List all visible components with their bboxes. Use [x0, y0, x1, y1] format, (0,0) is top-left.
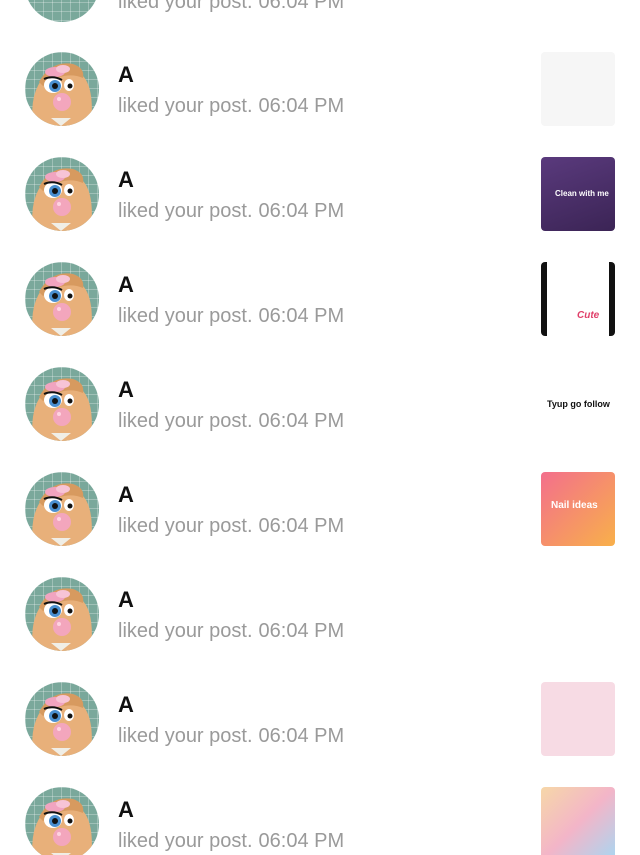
timestamp: 06:04 PM: [258, 0, 345, 13]
notification-text: liked your post. 06:04 PM: [118, 0, 344, 14]
avatar[interactable]: [25, 787, 99, 855]
user-name[interactable]: A: [118, 377, 134, 403]
notification-row[interactable]: Aliked your post. 06:04 PM Tyup go follow: [0, 367, 640, 472]
action-text: liked your post.: [118, 410, 253, 432]
thumbnail-caption: Clean with me: [555, 189, 609, 198]
notification-row[interactable]: Aliked your post. 06:04 PM: [0, 52, 640, 157]
notification-row[interactable]: Aliked your post. 06:04 PM: [0, 682, 640, 787]
avatar[interactable]: [25, 577, 99, 651]
action-text: liked your post.: [118, 305, 253, 327]
action-text: liked your post.: [118, 725, 253, 747]
cartoon-girl-avatar-icon: [32, 273, 92, 336]
cartoon-girl-avatar-icon: [32, 63, 92, 126]
avatar[interactable]: [25, 52, 99, 126]
notifications-feed: liked your post. 06:04 PM Aliked your pos…: [0, 0, 640, 855]
timestamp: 06:04 PM: [258, 95, 345, 117]
avatar[interactable]: [25, 157, 99, 231]
notification-text: liked your post. 06:04 PM: [118, 514, 344, 538]
thumbnail-caption: Tyup go follow: [547, 399, 610, 409]
timestamp: 06:04 PM: [258, 725, 345, 747]
avatar[interactable]: [25, 262, 99, 336]
action-text: liked your post.: [118, 830, 253, 852]
action-text: liked your post.: [118, 515, 253, 537]
notification-text: liked your post. 06:04 PM: [118, 829, 344, 853]
action-text: liked your post.: [118, 620, 253, 642]
action-text: liked your post.: [118, 200, 253, 222]
avatar[interactable]: [25, 367, 99, 441]
cartoon-girl-avatar-icon: [32, 588, 92, 651]
post-thumbnail[interactable]: Clean with me: [541, 157, 615, 231]
cartoon-girl-avatar-icon: [32, 693, 92, 756]
cartoon-girl-avatar-icon: [32, 378, 92, 441]
cartoon-girl-avatar-icon: [32, 168, 92, 231]
thumbnail-caption: Nail ideas: [551, 500, 598, 511]
avatar[interactable]: [25, 472, 99, 546]
post-thumbnail[interactable]: [541, 682, 615, 756]
cartoon-girl-avatar-icon: [32, 798, 92, 855]
cartoon-girl-avatar-icon: [32, 483, 92, 546]
notification-row[interactable]: Aliked your post. 06:04 PM Clean with me: [0, 157, 640, 262]
timestamp: 06:04 PM: [258, 620, 345, 642]
timestamp: 06:04 PM: [258, 410, 345, 432]
post-thumbnail[interactable]: [541, 52, 615, 126]
post-thumbnail[interactable]: [541, 577, 615, 651]
avatar[interactable]: [25, 0, 99, 22]
action-text: liked your post.: [118, 0, 253, 13]
user-name[interactable]: A: [118, 272, 134, 298]
timestamp: 06:04 PM: [258, 305, 345, 327]
post-thumbnail[interactable]: [541, 0, 615, 22]
action-text: liked your post.: [118, 95, 253, 117]
post-thumbnail[interactable]: Nail ideas: [541, 472, 615, 546]
notification-text: liked your post. 06:04 PM: [118, 409, 344, 433]
user-name[interactable]: A: [118, 62, 134, 88]
notification-row[interactable]: Aliked your post. 06:04 PM: [0, 577, 640, 682]
post-thumbnail[interactable]: Cute: [541, 262, 615, 336]
user-name[interactable]: A: [118, 482, 134, 508]
post-thumbnail[interactable]: Tyup go follow: [541, 367, 615, 441]
post-thumbnail[interactable]: [541, 787, 615, 855]
notification-text: liked your post. 06:04 PM: [118, 619, 344, 643]
notification-row[interactable]: Aliked your post. 06:04 PM: [0, 787, 640, 855]
user-name[interactable]: A: [118, 167, 134, 193]
timestamp: 06:04 PM: [258, 515, 345, 537]
timestamp: 06:04 PM: [258, 830, 345, 852]
user-name[interactable]: A: [118, 587, 134, 613]
notification-text: liked your post. 06:04 PM: [118, 724, 344, 748]
notification-text: liked your post. 06:04 PM: [118, 199, 344, 223]
timestamp: 06:04 PM: [258, 200, 345, 222]
notification-row[interactable]: Aliked your post. 06:04 PM Cute: [0, 262, 640, 367]
avatar[interactable]: [25, 682, 99, 756]
user-name[interactable]: A: [118, 692, 134, 718]
thumbnail-caption: Cute: [577, 310, 600, 321]
notification-text: liked your post. 06:04 PM: [118, 304, 344, 328]
notification-row[interactable]: Aliked your post. 06:04 PM Nail ideas: [0, 472, 640, 577]
user-name[interactable]: A: [118, 797, 134, 823]
notification-text: liked your post. 06:04 PM: [118, 94, 344, 118]
notification-row-partial[interactable]: liked your post. 06:04 PM: [0, 0, 640, 53]
